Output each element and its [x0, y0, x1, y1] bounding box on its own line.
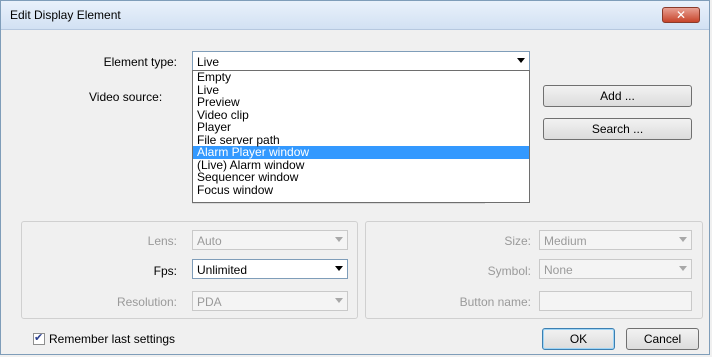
button-name-label: Button name: — [459, 295, 531, 309]
window-title: Edit Display Element — [10, 8, 121, 22]
add-button[interactable]: Add ... — [543, 85, 692, 107]
checkmark-icon: ✔ — [34, 331, 44, 344]
chevron-down-icon — [335, 237, 343, 242]
option-preview[interactable]: Preview — [193, 96, 529, 109]
fps-select[interactable]: Unlimited — [192, 259, 348, 279]
size-select: Medium — [539, 230, 692, 250]
option-player[interactable]: Player — [193, 121, 529, 134]
resolution-select: PDA — [192, 291, 348, 311]
option-live[interactable]: Live — [193, 83, 529, 97]
remember-checkbox[interactable]: ✔ — [33, 331, 45, 345]
ok-button[interactable]: OK — [542, 328, 615, 350]
element-type-label: Element type: — [103, 55, 177, 69]
search-button[interactable]: Search ... — [543, 118, 692, 140]
lens-select: Auto — [192, 230, 348, 250]
title-bar: Edit Display Element ✕ — [1, 1, 709, 30]
video-source-label: Video source: — [89, 90, 163, 104]
edit-display-element-dialog: Edit Display Element ✕ Element type: Liv… — [0, 0, 710, 355]
close-button[interactable]: ✕ — [662, 7, 700, 23]
option-alarm-player-window[interactable]: Alarm Player window — [193, 146, 529, 159]
symbol-label: Symbol: — [487, 264, 531, 278]
symbol-select: None — [539, 259, 692, 279]
chevron-down-icon — [335, 266, 343, 271]
size-label: Size: — [504, 234, 531, 248]
chevron-down-icon — [335, 298, 343, 303]
close-icon: ✕ — [675, 8, 687, 22]
resolution-value: PDA — [197, 295, 222, 309]
option-video-clip[interactable]: Video clip — [193, 108, 529, 122]
lens-label: Lens: — [147, 234, 177, 248]
button-name-input — [539, 291, 692, 311]
option-focus-window[interactable]: Focus window — [193, 183, 529, 197]
resolution-label: Resolution: — [116, 295, 177, 309]
element-type-value: Live — [197, 55, 220, 69]
element-type-select[interactable]: Live — [192, 51, 530, 71]
chevron-down-icon — [517, 58, 525, 63]
chevron-down-icon — [679, 266, 687, 271]
option-sequencer-window[interactable]: Sequencer window — [193, 171, 529, 184]
chevron-down-icon — [679, 237, 687, 242]
fps-value: Unlimited — [197, 263, 248, 277]
fps-label: Fps: — [153, 264, 177, 278]
element-type-dropdown-list[interactable]: Empty Live Preview Video clip Player Fil… — [192, 70, 530, 203]
remember-label: Remember last settings — [49, 332, 176, 346]
symbol-value: None — [544, 263, 573, 277]
cancel-button[interactable]: Cancel — [626, 328, 699, 350]
size-value: Medium — [544, 234, 587, 248]
lens-value: Auto — [197, 234, 222, 248]
option-empty[interactable]: Empty — [193, 71, 529, 84]
